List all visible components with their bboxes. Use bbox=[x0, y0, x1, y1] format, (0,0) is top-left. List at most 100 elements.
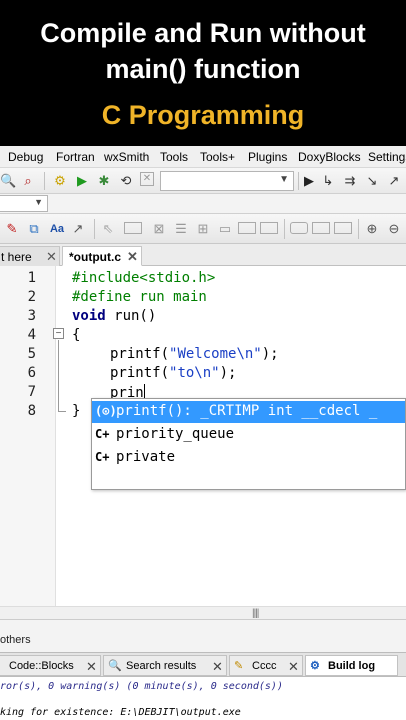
rounded-shape-icon[interactable] bbox=[290, 222, 308, 234]
chevron-down-icon: ▼ bbox=[279, 174, 289, 185]
autocomplete-item[interactable]: C+ private bbox=[92, 447, 405, 469]
menu-plugins[interactable]: Plugins bbox=[248, 150, 287, 164]
menu-settings[interactable]: Settings bbox=[368, 150, 406, 164]
abort-icon[interactable]: ✕ bbox=[140, 172, 154, 186]
menu-debug[interactable]: Debug bbox=[8, 150, 43, 164]
code-line-4: { bbox=[72, 327, 81, 343]
image-icon[interactable]: ⊠ bbox=[150, 221, 168, 237]
keyword: void bbox=[72, 308, 106, 324]
code-line-1: #include<stdio.h> bbox=[72, 270, 216, 286]
close-icon[interactable]: ✕ bbox=[86, 659, 97, 675]
bookmark-icon[interactable]: ⧉ bbox=[26, 221, 42, 237]
line-number: 1 bbox=[27, 270, 36, 286]
others-label: others bbox=[0, 634, 31, 646]
next-line-icon[interactable]: ⇉ bbox=[342, 173, 358, 189]
line-number: 7 bbox=[27, 384, 36, 400]
menu-doxyblocks[interactable]: DoxyBlocks bbox=[298, 150, 361, 164]
tab-cccc[interactable]: ✎ Cccc ✕ bbox=[229, 655, 303, 676]
text-cursor bbox=[143, 384, 145, 399]
panel-splitter[interactable]: |||| bbox=[0, 606, 406, 620]
autocomplete-item-label: private bbox=[116, 449, 176, 465]
close-icon[interactable]: ✕ bbox=[127, 249, 138, 265]
code-text: printf( bbox=[110, 346, 170, 362]
highlight-pen-icon[interactable]: ✎ bbox=[4, 221, 20, 237]
line-number: 2 bbox=[27, 289, 36, 305]
select-pointer-icon[interactable]: ⇖ bbox=[100, 221, 116, 237]
tab-label: Search results bbox=[126, 660, 197, 672]
autocomplete-item-label: priority_queue bbox=[116, 426, 235, 442]
arrow-icon[interactable]: ↗ bbox=[70, 221, 86, 237]
build-gear-icon[interactable]: ⚙ bbox=[52, 173, 68, 189]
zoom-icon[interactable]: ⊕ bbox=[364, 221, 380, 237]
panel-icon[interactable]: ▭ bbox=[216, 221, 234, 237]
tab-output-c[interactable]: *output.c ✕ bbox=[62, 246, 142, 266]
rect-shape-icon[interactable] bbox=[312, 222, 330, 234]
font-icon[interactable]: Aa bbox=[48, 221, 66, 237]
line-number: 5 bbox=[27, 346, 36, 362]
code-line-6: printf("to\n"); bbox=[110, 365, 236, 381]
replace-icon[interactable]: ⌕ bbox=[20, 173, 36, 189]
build-run-icon[interactable]: ✱ bbox=[96, 173, 112, 189]
frame-icon[interactable] bbox=[260, 222, 278, 234]
zoom-out-icon[interactable]: ⊖ bbox=[386, 221, 402, 237]
search-icon: 🔍 bbox=[108, 660, 122, 672]
toolbar-separator bbox=[44, 172, 45, 190]
code-line-8: } bbox=[72, 403, 81, 419]
line-number: 3 bbox=[27, 308, 36, 324]
fold-line bbox=[58, 340, 68, 412]
build-target-select[interactable]: ▼ bbox=[160, 171, 294, 191]
grid-icon[interactable]: ⊞ bbox=[194, 221, 212, 237]
toolbar-separator bbox=[94, 219, 95, 239]
close-icon[interactable]: ✕ bbox=[46, 249, 57, 265]
autocomplete-item[interactable]: C+ priority_queue bbox=[92, 424, 405, 446]
menu-tools[interactable]: Tools bbox=[160, 150, 188, 164]
tab-label: Cccc bbox=[252, 660, 277, 672]
log-line: ror(s), 0 warning(s) (0 minute(s), 0 sec… bbox=[0, 681, 283, 692]
tab-build-log[interactable]: ⚙ Build log bbox=[305, 655, 398, 676]
code-text: printf( bbox=[110, 365, 170, 381]
string-literal: "Welcome\n" bbox=[169, 346, 262, 362]
grip-icon: |||| bbox=[252, 608, 259, 619]
step-into-icon[interactable]: ↘ bbox=[364, 173, 380, 189]
subtitle: C Programming bbox=[101, 100, 305, 130]
toolbar-separator bbox=[284, 219, 285, 239]
toolbar-separator bbox=[358, 219, 359, 239]
close-icon[interactable]: ✕ bbox=[288, 659, 299, 675]
line-number: 4 bbox=[27, 327, 36, 343]
code-completion-toolbar: ▼ bbox=[0, 194, 406, 214]
autocomplete-item[interactable]: (⊙) printf(): _CRTIMP int __cdecl _ bbox=[92, 401, 405, 423]
code-line-5: printf("Welcome\n"); bbox=[110, 346, 279, 362]
step-out-icon[interactable]: ↗ bbox=[386, 173, 402, 189]
tab-codeblocks-log[interactable]: Code::Blocks ✕ bbox=[0, 655, 101, 676]
fold-toggle-icon[interactable]: − bbox=[53, 328, 64, 339]
log-line: king for existence: E:\DEBJIT\output.exe bbox=[0, 707, 241, 718]
line-number: 8 bbox=[27, 403, 36, 419]
rebuild-icon[interactable]: ⟲ bbox=[118, 173, 134, 189]
log-tab-bar: Code::Blocks ✕ 🔍 Search results ✕ ✎ Cccc… bbox=[0, 652, 406, 677]
chevron-down-icon: ▼ bbox=[34, 197, 43, 207]
debug-run-icon[interactable]: ▶ bbox=[302, 173, 316, 189]
find-icon[interactable]: 🔍 bbox=[0, 173, 16, 189]
document-icon: ✎ bbox=[234, 660, 244, 672]
menu-wxsmith[interactable]: wxSmith bbox=[104, 150, 149, 164]
code-text: run() bbox=[105, 308, 157, 324]
code-line-2: #define run main bbox=[72, 289, 207, 305]
code-editor[interactable]: 1 2 3 4 5 6 7 8 − #include<stdio.h> #def… bbox=[0, 266, 406, 606]
block-shape-icon[interactable] bbox=[124, 222, 142, 234]
close-icon[interactable]: ✕ bbox=[212, 659, 223, 675]
box-icon[interactable] bbox=[238, 222, 256, 234]
build-log-output: ror(s), 0 warning(s) (0 minute(s), 0 sec… bbox=[0, 677, 406, 720]
tab-search-results[interactable]: 🔍 Search results ✕ bbox=[103, 655, 227, 676]
class-icon: C+ bbox=[95, 450, 110, 464]
wide-shape-icon[interactable] bbox=[334, 222, 352, 234]
line-number-gutter: 1 2 3 4 5 6 7 8 bbox=[0, 266, 56, 606]
scope-select[interactable]: ▼ bbox=[0, 195, 48, 212]
tab-label: t here bbox=[1, 250, 32, 264]
list-icon[interactable]: ☰ bbox=[172, 221, 190, 237]
run-icon[interactable]: ▶ bbox=[74, 173, 90, 189]
run-to-cursor-icon[interactable]: ↳ bbox=[320, 173, 336, 189]
fold-end bbox=[58, 411, 66, 412]
menu-tools-plus[interactable]: Tools+ bbox=[200, 150, 235, 164]
tab-start-here[interactable]: t here ✕ bbox=[0, 246, 60, 266]
menu-fortran[interactable]: Fortran bbox=[56, 150, 95, 164]
